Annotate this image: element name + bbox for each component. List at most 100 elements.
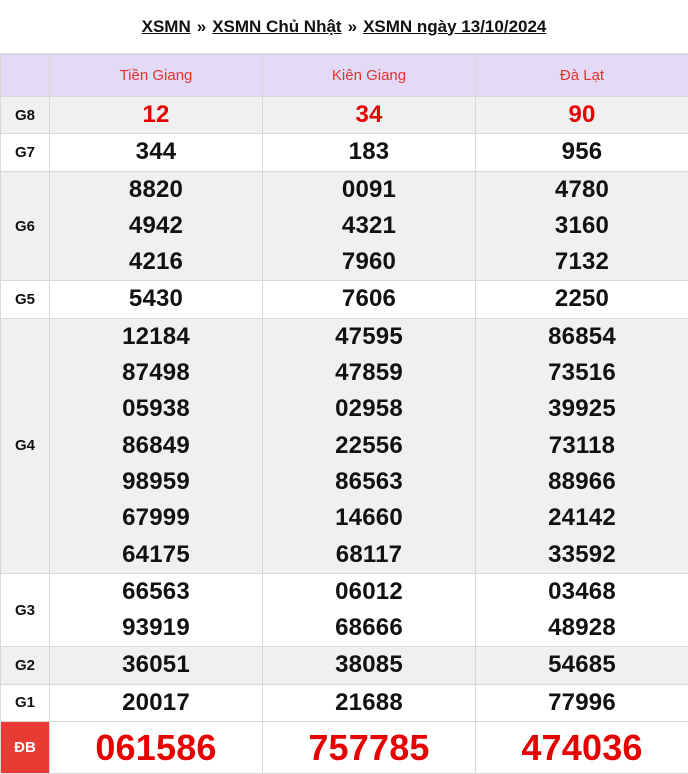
result-cell-tien-giang: 12184 87498 05938 86849 98959 67999 64175	[49, 317, 263, 574]
prize-number: 88966	[548, 467, 616, 495]
prize-number: 93919	[122, 614, 190, 642]
prize-row-special: ĐB 061586 757785 474036	[0, 721, 688, 774]
prize-number: 4780	[554, 175, 610, 203]
province-header-row: Tiền Giang Kiên Giang Đà Lạt	[0, 54, 688, 97]
prize-number: 05938	[122, 395, 190, 423]
province-header-kien-giang: Kiên Giang	[262, 54, 476, 97]
result-cell-tien-giang: 061586	[49, 721, 263, 774]
prize-row-g7: G7 344 183 956	[0, 133, 688, 172]
prize-number: 68666	[335, 614, 403, 642]
result-cell-da-lat: 03468 48928	[475, 572, 688, 648]
prize-number: 24142	[548, 504, 616, 532]
prize-label: G5	[0, 280, 50, 319]
prize-number: 4216	[128, 248, 184, 276]
prize-label: G8	[0, 95, 50, 135]
result-cell-da-lat: 90	[475, 95, 688, 135]
prize-number: 4942	[128, 211, 184, 239]
result-cell-tien-giang: 12	[49, 95, 263, 135]
prize-number: 21688	[335, 688, 403, 716]
result-cell-kien-giang: 34	[262, 95, 476, 135]
prize-number: 73516	[548, 359, 616, 387]
province-header-da-lat: Đà Lạt	[475, 54, 688, 97]
prize-number: 8820	[128, 175, 184, 203]
prize-label: G4	[0, 317, 50, 574]
result-cell-da-lat: 54685	[475, 646, 688, 685]
result-cell-tien-giang: 5430	[49, 280, 263, 319]
prize-number: 2250	[554, 285, 610, 313]
prize-number: 39925	[548, 395, 616, 423]
prize-number: 90	[568, 101, 596, 128]
result-cell-kien-giang: 7606	[262, 280, 476, 319]
prize-number: 36051	[122, 651, 190, 679]
prize-number: 956	[561, 138, 603, 166]
special-prize-number: 061586	[95, 726, 217, 768]
result-cell-kien-giang: 06012 68666	[262, 572, 476, 648]
result-cell-kien-giang: 183	[262, 133, 476, 172]
prize-number: 48928	[548, 614, 616, 642]
header-corner-cell	[0, 54, 50, 97]
breadcrumb: XSMN » XSMN Chủ Nhật » XSMN ngày 13/10/2…	[0, 0, 688, 54]
prize-number: 33592	[548, 540, 616, 568]
prize-row-g5: G5 5430 7606 2250	[0, 280, 688, 319]
prize-number: 38085	[335, 651, 403, 679]
breadcrumb-xsmn-link[interactable]: XSMN	[142, 17, 191, 37]
prize-number: 86563	[335, 467, 403, 495]
prize-number: 98959	[122, 467, 190, 495]
prize-row-g2: G2 36051 38085 54685	[0, 646, 688, 685]
prize-number: 34	[355, 101, 383, 128]
result-cell-da-lat: 4780 3160 7132	[475, 170, 688, 282]
prize-label: ĐB	[0, 721, 50, 774]
prize-number: 7132	[554, 248, 610, 276]
prize-number: 12	[142, 101, 170, 128]
prize-label: G6	[0, 170, 50, 282]
prize-row-g8: G8 12 34 90	[0, 95, 688, 135]
prize-number: 47859	[335, 359, 403, 387]
prize-number: 54685	[548, 651, 616, 679]
result-cell-da-lat: 77996	[475, 683, 688, 723]
prize-number: 7960	[341, 248, 397, 276]
prize-number: 64175	[122, 540, 190, 568]
prize-number: 12184	[122, 322, 190, 350]
special-prize-number: 757785	[308, 726, 430, 768]
prize-row-g6: G6 8820 4942 4216 0091 4321 7960 4780 3160 7132	[0, 170, 688, 282]
result-cell-tien-giang: 66563 93919	[49, 572, 263, 648]
prize-number: 3160	[554, 211, 610, 239]
prize-number: 47595	[335, 322, 403, 350]
breadcrumb-sunday-link[interactable]: XSMN Chủ Nhật	[212, 17, 341, 37]
result-cell-kien-giang: 21688	[262, 683, 476, 723]
result-cell-kien-giang: 757785	[262, 721, 476, 774]
result-cell-tien-giang: 36051	[49, 646, 263, 685]
prize-number: 22556	[335, 431, 403, 459]
prize-number: 0091	[341, 175, 397, 203]
prize-number: 344	[135, 138, 177, 166]
prize-number: 73118	[548, 431, 616, 459]
result-cell-da-lat: 474036	[475, 721, 688, 774]
result-cell-tien-giang: 344	[49, 133, 263, 172]
prize-row-g4: G4 12184 87498 05938 86849 98959 67999 64175 475…	[0, 317, 688, 574]
prize-number: 86854	[548, 322, 616, 350]
prize-row-g1: G1 20017 21688 77996	[0, 683, 688, 723]
special-prize-number: 474036	[521, 726, 643, 768]
prize-number: 06012	[335, 577, 403, 605]
prize-row-g3: G3 66563 93919 06012 68666 03468 48928	[0, 572, 688, 648]
result-cell-tien-giang: 8820 4942 4216	[49, 170, 263, 282]
result-cell-da-lat: 2250	[475, 280, 688, 319]
breadcrumb-date-link[interactable]: XSMN ngày 13/10/2024	[363, 17, 546, 37]
prize-number: 77996	[548, 688, 616, 716]
prize-label: G3	[0, 572, 50, 648]
breadcrumb-separator: »	[347, 16, 358, 36]
prize-number: 68117	[335, 540, 403, 568]
province-header-tien-giang: Tiền Giang	[49, 54, 263, 97]
prize-label: G1	[0, 683, 50, 723]
result-cell-tien-giang: 20017	[49, 683, 263, 723]
breadcrumb-separator: »	[196, 16, 207, 36]
prize-number: 87498	[122, 359, 190, 387]
prize-number: 86849	[122, 431, 190, 459]
prize-number: 66563	[122, 577, 190, 605]
prize-number: 7606	[341, 285, 397, 313]
result-cell-kien-giang: 47595 47859 02958 22556 86563 14660 68117	[262, 317, 476, 574]
prize-label: G2	[0, 646, 50, 685]
prize-number: 5430	[128, 285, 184, 313]
prize-number: 14660	[335, 504, 403, 532]
prize-number: 4321	[341, 211, 397, 239]
